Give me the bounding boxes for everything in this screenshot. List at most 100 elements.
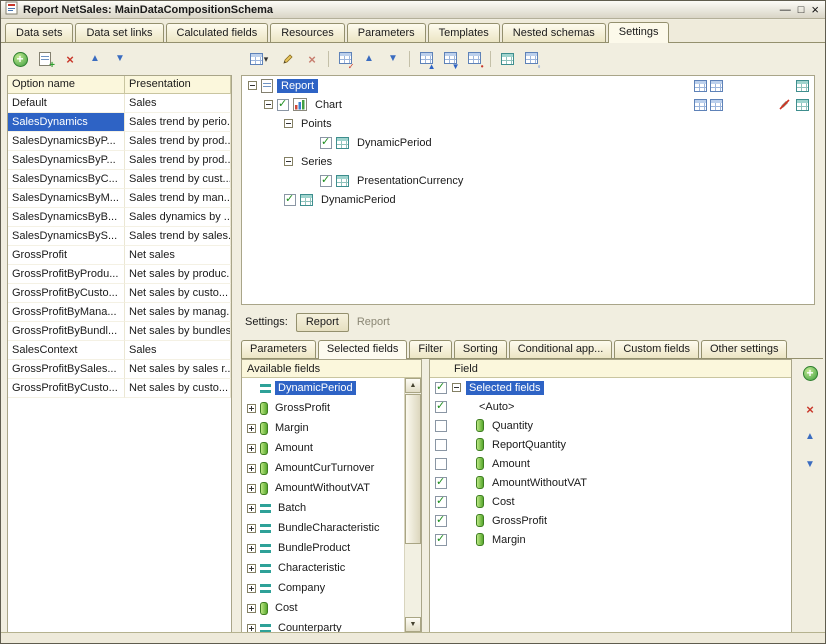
tree-node-series-field[interactable]: PresentationCurrency — [242, 171, 814, 190]
tab-custom-fields[interactable]: Custom fields — [614, 340, 699, 358]
field-checkbox[interactable] — [435, 475, 447, 489]
tree-node-points-field[interactable]: DynamicPeriod — [242, 133, 814, 152]
expand-icon[interactable] — [247, 583, 256, 593]
root-label[interactable]: Selected fields — [466, 380, 544, 395]
field-checkbox[interactable] — [435, 457, 447, 470]
edit-element-button[interactable] — [277, 49, 299, 69]
field-checkbox[interactable] — [435, 532, 447, 546]
remove-field-button[interactable]: × — [799, 399, 821, 419]
column-header-presentation[interactable]: Presentation — [125, 76, 231, 93]
selected-field-row[interactable]: Cost — [430, 492, 791, 511]
field-item[interactable]: Cost — [242, 598, 404, 618]
scrollbar-thumb[interactable] — [405, 394, 421, 544]
expand-icon[interactable] — [247, 623, 256, 632]
tab-selected-fields[interactable]: Selected fields — [317, 340, 408, 359]
selected-field-row[interactable]: AmountWithoutVAT — [430, 473, 791, 492]
expand-icon[interactable] — [247, 563, 256, 573]
variant-row[interactable]: GrossProfitByCusto... Net sales by custo.… — [8, 284, 231, 303]
move-element-down-button[interactable]: ▼ — [382, 49, 404, 69]
field-item[interactable]: Margin — [242, 418, 404, 438]
field-checkbox[interactable] — [320, 135, 332, 149]
tab-conditional-appearance[interactable]: Conditional app... — [508, 340, 613, 358]
field-item[interactable]: Characteristic — [242, 558, 404, 578]
tab-data-set-links[interactable]: Data set links — [75, 23, 164, 42]
selected-field-row[interactable]: Quantity — [430, 416, 791, 435]
tree-node-label[interactable]: DynamicPeriod — [353, 136, 436, 150]
move-variant-down-button[interactable]: ▼ — [109, 49, 131, 69]
expand-icon[interactable] — [247, 403, 256, 413]
scroll-up-button[interactable]: ▲ — [405, 378, 421, 393]
delete-element-button[interactable]: × — [301, 49, 323, 69]
tree-node-label[interactable]: Points — [297, 117, 336, 131]
collapse-icon[interactable] — [264, 100, 273, 109]
selected-fields-root-row[interactable]: Selected fields — [430, 378, 791, 397]
fields-settings-icon[interactable] — [694, 79, 707, 92]
field-checkbox[interactable] — [435, 513, 447, 527]
minimize-button[interactable]: — — [780, 3, 791, 17]
scroll-down-button[interactable]: ▼ — [405, 617, 421, 632]
expand-icon[interactable] — [247, 543, 256, 553]
field-item[interactable]: AmountWithoutVAT — [242, 478, 404, 498]
selected-field-row[interactable]: ReportQuantity — [430, 435, 791, 454]
field-item[interactable]: BundleProduct — [242, 538, 404, 558]
tree-node-report[interactable]: Report — [242, 76, 814, 95]
add-field-button[interactable]: + — [799, 363, 821, 383]
field-item[interactable]: Amount — [242, 438, 404, 458]
layout-settings-icon[interactable] — [796, 98, 809, 111]
variant-row[interactable]: GrossProfitByProdu... Net sales by produc… — [8, 265, 231, 284]
collapse-icon[interactable] — [284, 157, 293, 166]
variant-row[interactable]: SalesDynamicsByB... Sales dynamics by ... — [8, 208, 231, 227]
variant-row[interactable]: GrossProfitByMana... Net sales by manag..… — [8, 303, 231, 322]
delete-variant-button[interactable]: × — [59, 49, 81, 69]
field-checkbox[interactable] — [435, 494, 447, 508]
move-field-down-button[interactable]: ▼ — [799, 455, 821, 475]
chart-checkbox[interactable] — [277, 97, 289, 111]
tab-other-settings[interactable]: Other settings — [700, 340, 788, 358]
selected-field-row[interactable]: GrossProfit — [430, 511, 791, 530]
scrollbar[interactable]: ▲ ▼ — [404, 378, 421, 632]
grouping-checkbox[interactable] — [284, 192, 296, 206]
expand-icon[interactable] — [247, 483, 256, 493]
selected-field-row[interactable]: Amount — [430, 454, 791, 473]
check-elements-button[interactable]: ✓ — [334, 49, 356, 71]
variant-row[interactable]: SalesContext Sales — [8, 341, 231, 360]
tree-node-label[interactable]: Series — [297, 155, 336, 169]
field-item-selected[interactable]: DynamicPeriod — [242, 378, 404, 398]
selected-field-row[interactable]: Margin — [430, 530, 791, 549]
template-settings-button[interactable]: ◦ — [520, 49, 542, 71]
expand-icon[interactable] — [247, 463, 256, 473]
collapse-icon[interactable] — [284, 119, 293, 128]
tree-node-series[interactable]: Series — [242, 152, 814, 171]
move-element-up-button[interactable]: ▲ — [358, 49, 380, 69]
tree-node-label[interactable]: DynamicPeriod — [317, 193, 400, 207]
variant-row[interactable]: GrossProfitByCusto... Net sales by custo.… — [8, 379, 231, 398]
variant-row[interactable]: GrossProfit Net sales — [8, 246, 231, 265]
variant-row[interactable]: GrossProfitBySales... Net sales by sales … — [8, 360, 231, 379]
tab-parameters[interactable]: Parameters — [241, 340, 316, 358]
settings-root-button[interactable]: Report — [295, 312, 349, 332]
structure-settings-button[interactable] — [496, 49, 518, 69]
tree-node-label[interactable]: PresentationCurrency — [353, 174, 467, 188]
collapse-icon[interactable] — [248, 81, 257, 90]
tree-node-label[interactable]: Chart — [311, 98, 346, 112]
tab-sorting[interactable]: Sorting — [453, 340, 507, 358]
variant-row[interactable]: SalesDynamicsByP... Sales trend by prod..… — [8, 151, 231, 170]
field-item[interactable]: Company — [242, 578, 404, 598]
order-settings-icon[interactable] — [710, 79, 723, 92]
group-element-button[interactable]: ▲ — [415, 49, 437, 71]
field-checkbox[interactable] — [435, 438, 447, 451]
column-header-option-name[interactable]: Option name — [8, 76, 125, 93]
maximize-button[interactable]: □ — [798, 3, 805, 17]
close-button[interactable]: × — [811, 2, 819, 17]
element-properties-button[interactable]: • — [463, 49, 485, 71]
tab-calculated-fields[interactable]: Calculated fields — [165, 23, 269, 42]
expand-icon[interactable] — [247, 443, 256, 453]
tab-data-sets[interactable]: Data sets — [5, 23, 74, 42]
field-item[interactable]: BundleCharacteristic — [242, 518, 404, 538]
tree-node-grouping[interactable]: DynamicPeriod — [242, 190, 814, 209]
tree-node-chart[interactable]: Chart — [242, 95, 814, 114]
variant-row[interactable]: GrossProfitByBundl... Net sales by bundle… — [8, 322, 231, 341]
tab-parameters[interactable]: Parameters — [346, 23, 426, 42]
expand-icon[interactable] — [247, 423, 256, 433]
tab-nested-schemas[interactable]: Nested schemas — [501, 23, 606, 42]
